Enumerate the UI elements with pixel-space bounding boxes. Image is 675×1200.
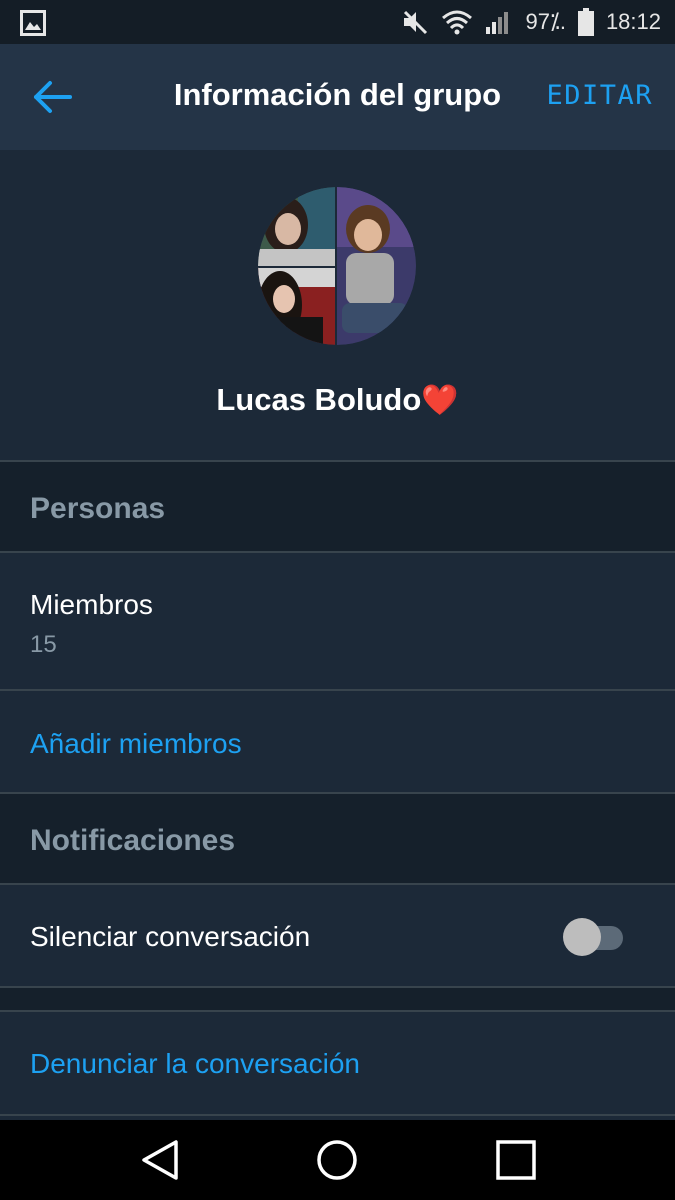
status-bar: 97⁒. 18:12 [0, 0, 675, 44]
add-members-link[interactable]: Añadir miembros [30, 728, 242, 760]
recents-square-icon[interactable] [492, 1136, 540, 1184]
toggle-knob [563, 918, 601, 956]
mute-toggle[interactable] [563, 915, 625, 957]
section-spacer [0, 988, 675, 1012]
clock: 18:12 [605, 9, 661, 34]
wifi-icon [442, 10, 473, 35]
mute-row[interactable]: Silenciar conversación [0, 885, 675, 988]
members-row[interactable]: Miembros 15 [0, 553, 675, 691]
battery-percent: 97⁒. [525, 9, 566, 34]
edit-button[interactable]: EDITAR [546, 80, 653, 111]
section-header-notifications: Notificaciones [0, 794, 675, 885]
avatar-collage-image [258, 187, 416, 345]
signal-icon [486, 12, 509, 34]
muted-icon [404, 10, 428, 35]
image-icon [20, 10, 46, 36]
system-nav-bar [0, 1120, 675, 1200]
members-label: Miembros [30, 589, 153, 620]
back-triangle-icon[interactable] [136, 1136, 184, 1184]
group-name-text: Lucas Boludo [216, 382, 422, 417]
report-row[interactable]: Denunciar la conversación [0, 1012, 675, 1116]
group-header: Lucas Boludo❤️ [0, 150, 675, 462]
mute-label: Silenciar conversación [30, 921, 311, 952]
home-circle-icon[interactable] [313, 1136, 361, 1184]
add-members-row[interactable]: Añadir miembros [0, 691, 675, 794]
section-title-people: Personas [30, 492, 166, 525]
section-header-people: Personas [0, 462, 675, 553]
heart-emoji: ❤️ [421, 384, 459, 417]
section-title-notifications: Notificaciones [30, 824, 236, 857]
group-avatar[interactable] [258, 187, 416, 345]
group-name: Lucas Boludo❤️ [0, 382, 675, 418]
members-count: 15 [30, 631, 57, 658]
report-conversation-link[interactable]: Denunciar la conversación [30, 1048, 360, 1080]
app-bar: Información del grupo EDITAR [0, 44, 675, 150]
battery-icon [577, 8, 594, 36]
